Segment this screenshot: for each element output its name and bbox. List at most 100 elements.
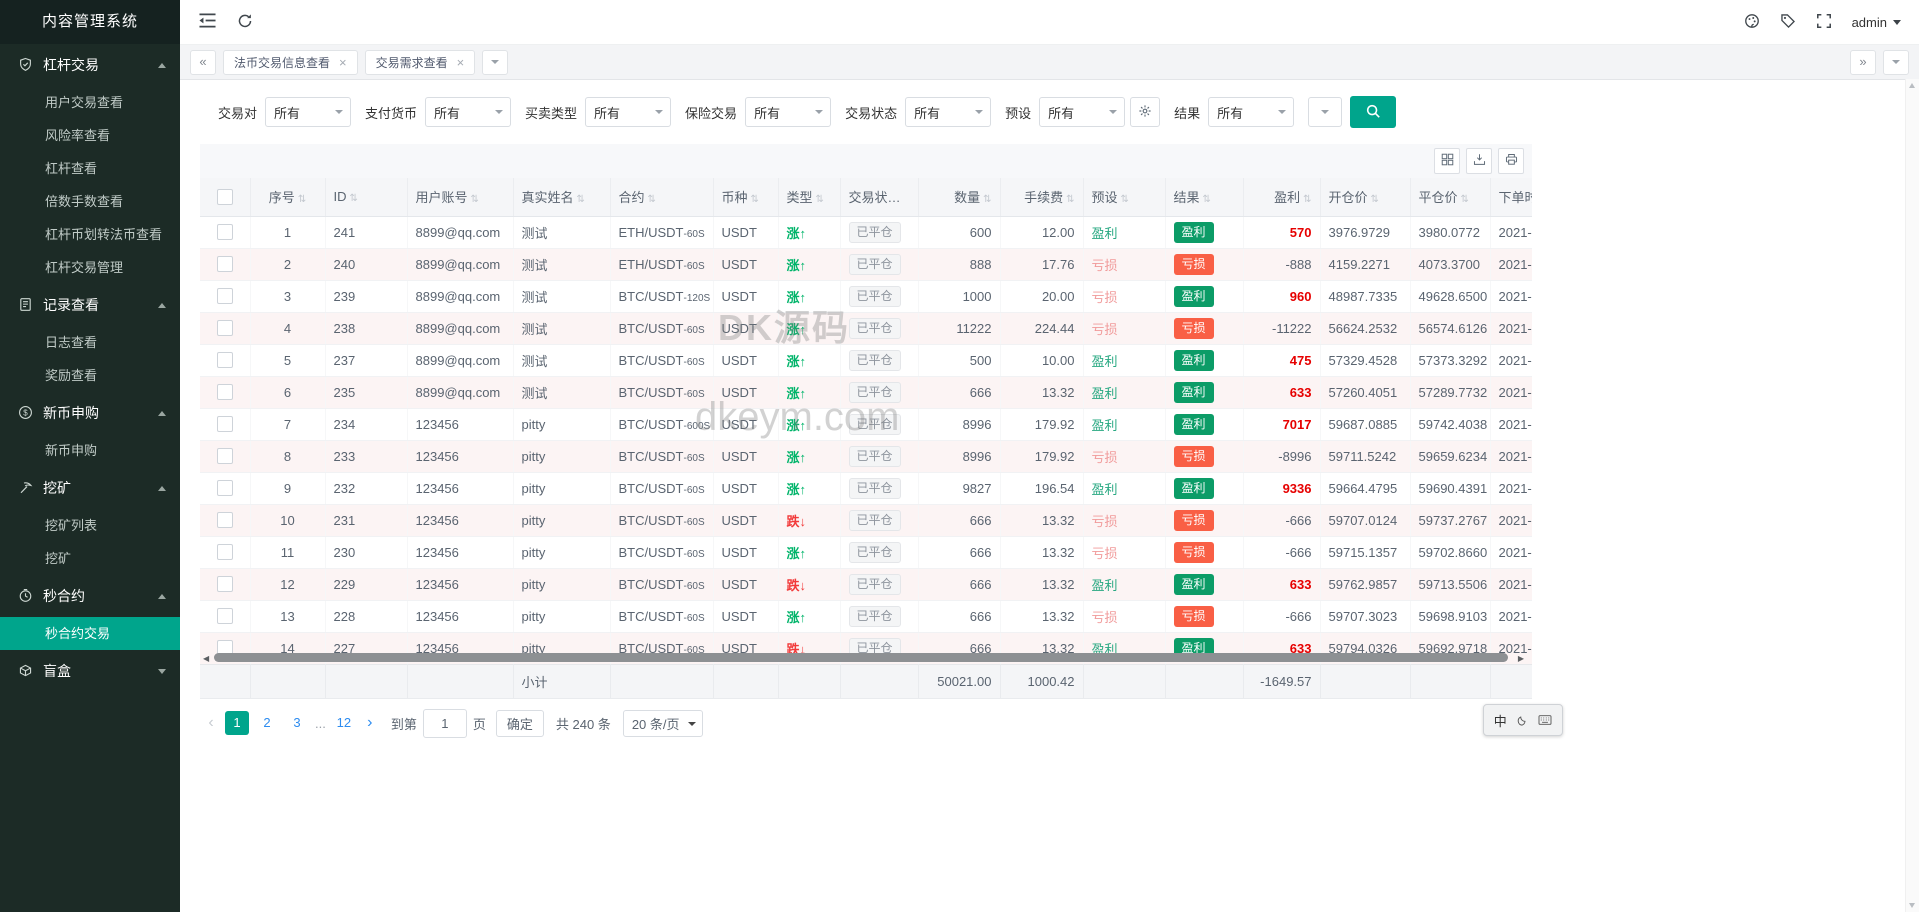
sort-icon[interactable]: ⇅ — [471, 194, 479, 205]
sort-icon[interactable]: ⇅ — [816, 194, 824, 205]
sidebar-item[interactable]: 风险率查看 — [0, 119, 180, 152]
scrollbar-thumb[interactable] — [214, 653, 1508, 662]
sidebar-section-newcoin[interactable]: $新币申购 — [0, 392, 180, 434]
sort-icon[interactable]: ⇅ — [904, 194, 912, 205]
filter-select[interactable]: 所有 — [745, 97, 831, 127]
sort-icon[interactable]: ⇅ — [983, 194, 991, 205]
tabs-scroll-right-button[interactable]: » — [1850, 50, 1876, 75]
columns-button[interactable] — [1434, 148, 1460, 174]
sort-icon[interactable]: ⇅ — [751, 194, 759, 205]
tabs-scroll-left-button[interactable]: « — [190, 50, 216, 75]
col-time[interactable]: 下单时间⇅ — [1490, 178, 1532, 216]
sidebar-section-records[interactable]: 记录查看 — [0, 284, 180, 326]
sidebar-item[interactable]: 用户交易查看 — [0, 86, 180, 119]
horizontal-scrollbar[interactable]: ◀ ▶ — [200, 652, 1532, 664]
filter-select[interactable]: 所有 — [1208, 97, 1294, 127]
goto-page-input[interactable] — [423, 709, 467, 738]
filter-select[interactable]: 所有 — [905, 97, 991, 127]
sidebar-item[interactable]: 挖矿 — [0, 542, 180, 575]
row-checkbox[interactable] — [217, 288, 233, 304]
col-seq[interactable]: 序号⇅ — [250, 178, 325, 216]
theme-button[interactable] — [1744, 13, 1760, 32]
col-close[interactable]: 平仓价⇅ — [1410, 178, 1490, 216]
sidebar-item[interactable]: 奖励查看 — [0, 359, 180, 392]
sidebar-item[interactable]: 倍数手数查看 — [0, 185, 180, 218]
row-checkbox[interactable] — [217, 384, 233, 400]
print-button[interactable] — [1498, 148, 1524, 174]
ime-lang[interactable]: 中 — [1494, 711, 1507, 730]
scroll-up-icon[interactable] — [1909, 83, 1915, 88]
page-button-2[interactable]: 2 — [255, 711, 279, 735]
filter-select[interactable]: 所有 — [1039, 97, 1125, 127]
vertical-scrollbar[interactable] — [1905, 79, 1919, 912]
filter-select[interactable]: 所有 — [585, 97, 671, 127]
preset-gear-button[interactable] — [1130, 97, 1160, 127]
col-account[interactable]: 用户账号⇅ — [407, 178, 513, 216]
page-button-1[interactable]: 1 — [225, 711, 249, 735]
close-icon[interactable]: × — [339, 56, 347, 69]
sidebar-section-mining[interactable]: 挖矿 — [0, 467, 180, 509]
col-type[interactable]: 类型⇅ — [778, 178, 840, 216]
sort-icon[interactable]: ⇅ — [1371, 194, 1379, 205]
row-checkbox[interactable] — [217, 224, 233, 240]
sort-icon[interactable]: ⇅ — [648, 194, 656, 205]
col-status[interactable]: 交易状态⇅ — [840, 178, 918, 216]
col-contract[interactable]: 合约⇅ — [610, 178, 713, 216]
row-checkbox[interactable] — [217, 480, 233, 496]
sort-icon[interactable]: ⇅ — [298, 194, 306, 205]
filter-select[interactable]: 所有 — [265, 97, 351, 127]
row-checkbox[interactable] — [217, 256, 233, 272]
confirm-button[interactable]: 确定 — [496, 710, 544, 737]
col-result[interactable]: 结果⇅ — [1165, 178, 1243, 216]
row-checkbox[interactable] — [217, 512, 233, 528]
row-checkbox[interactable] — [217, 416, 233, 432]
sort-icon[interactable]: ⇅ — [1461, 194, 1469, 205]
col-qty[interactable]: 数量⇅ — [918, 178, 1000, 216]
sidebar-item[interactable]: 杠杆币划转法币查看 — [0, 218, 180, 251]
filter-select[interactable]: 所有 — [425, 97, 511, 127]
sidebar-item[interactable]: 日志查看 — [0, 326, 180, 359]
tabs-menu-button[interactable] — [1883, 50, 1909, 75]
ime-toolbar[interactable]: 中 — [1483, 704, 1563, 736]
tab[interactable]: 交易需求查看× — [365, 50, 476, 75]
collapse-sidebar-button[interactable] — [198, 12, 217, 32]
fullscreen-button[interactable] — [1816, 13, 1832, 32]
user-menu[interactable]: admin — [1852, 15, 1901, 30]
sidebar-item[interactable]: 挖矿列表 — [0, 509, 180, 542]
sidebar-item[interactable]: 杠杆查看 — [0, 152, 180, 185]
filter-collapse-button[interactable] — [1308, 97, 1342, 127]
scroll-left-icon[interactable]: ◀ — [203, 653, 209, 664]
refresh-button[interactable] — [237, 13, 253, 32]
export-button[interactable] — [1466, 148, 1492, 174]
row-checkbox[interactable] — [217, 448, 233, 464]
scroll-down-icon[interactable] — [1909, 903, 1915, 908]
sidebar-section-blindbox[interactable]: 盲盒 — [0, 650, 180, 692]
sidebar-section-leverage[interactable]: 杠杆交易 — [0, 44, 180, 86]
sort-icon[interactable]: ⇅ — [1303, 194, 1311, 205]
search-button[interactable] — [1350, 96, 1396, 128]
col-open[interactable]: 开仓价⇅ — [1320, 178, 1410, 216]
row-checkbox[interactable] — [217, 544, 233, 560]
ime-mode-icon[interactable] — [1516, 714, 1528, 726]
sidebar-section-seconds[interactable]: 秒合约 — [0, 575, 180, 617]
tab-overflow-button[interactable] — [482, 50, 508, 75]
row-checkbox[interactable] — [217, 320, 233, 336]
page-size-select[interactable]: 20 条/页 — [623, 710, 703, 737]
sort-icon[interactable]: ⇅ — [350, 193, 358, 204]
sort-icon[interactable]: ⇅ — [1066, 194, 1074, 205]
sort-icon[interactable]: ⇅ — [1203, 194, 1211, 205]
row-checkbox[interactable] — [217, 352, 233, 368]
page-button-12[interactable]: 12 — [332, 711, 356, 735]
page-button-3[interactable]: 3 — [285, 711, 309, 735]
next-page-button[interactable]: › — [359, 714, 381, 732]
col-profit[interactable]: 盈利⇅ — [1243, 178, 1320, 216]
col-id[interactable]: ID⇅ — [325, 178, 407, 216]
sidebar-item[interactable]: 新币申购 — [0, 434, 180, 467]
col-fee[interactable]: 手续费⇅ — [1000, 178, 1083, 216]
col-name[interactable]: 真实姓名⇅ — [513, 178, 610, 216]
col-preset[interactable]: 预设⇅ — [1083, 178, 1165, 216]
ime-keyboard-icon[interactable] — [1538, 715, 1552, 725]
col-coin[interactable]: 币种⇅ — [713, 178, 778, 216]
close-icon[interactable]: × — [457, 56, 465, 69]
row-checkbox[interactable] — [217, 576, 233, 592]
